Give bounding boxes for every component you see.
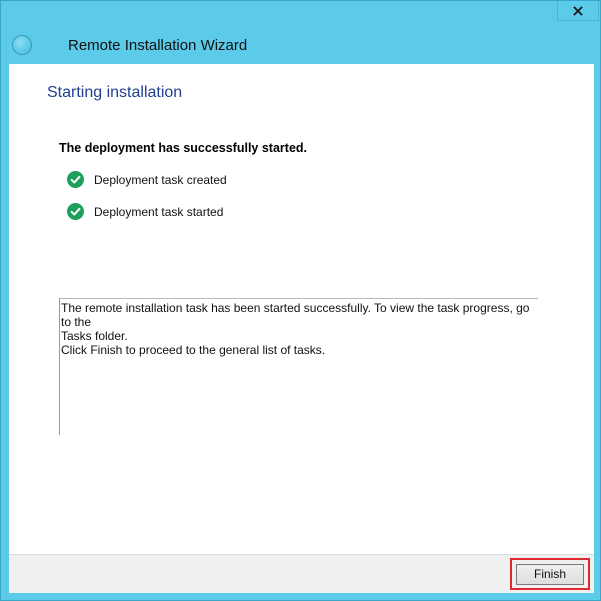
wizard-content: Starting installation The deployment has… xyxy=(9,64,594,554)
step-label: Deployment task started xyxy=(94,204,224,219)
step-label: Deployment task created xyxy=(94,172,227,187)
page-title: Starting installation xyxy=(47,84,183,101)
wizard-footer: Finish xyxy=(9,554,594,593)
step-item-task-started: Deployment task started xyxy=(67,203,223,220)
message-line: Click Finish to proceed to the general l… xyxy=(61,343,326,357)
window-title: Remote Installation Wizard xyxy=(68,37,248,54)
message-line: The remote installation task has been st… xyxy=(61,301,530,329)
close-icon xyxy=(573,5,583,16)
wizard-window: Remote Installation Wizard Starting inst… xyxy=(0,0,601,601)
green-check-icon xyxy=(67,171,84,188)
wizard-app-icon xyxy=(12,35,32,55)
close-button[interactable] xyxy=(557,1,599,21)
finish-button[interactable]: Finish xyxy=(516,563,584,585)
message-line: Tasks folder. xyxy=(61,329,128,343)
status-heading: The deployment has successfully started. xyxy=(59,141,307,155)
green-check-icon xyxy=(67,203,84,220)
finish-button-highlight: Finish xyxy=(510,558,590,590)
step-item-task-created: Deployment task created xyxy=(67,171,227,188)
result-message-box: The remote installation task has been st… xyxy=(59,298,538,435)
